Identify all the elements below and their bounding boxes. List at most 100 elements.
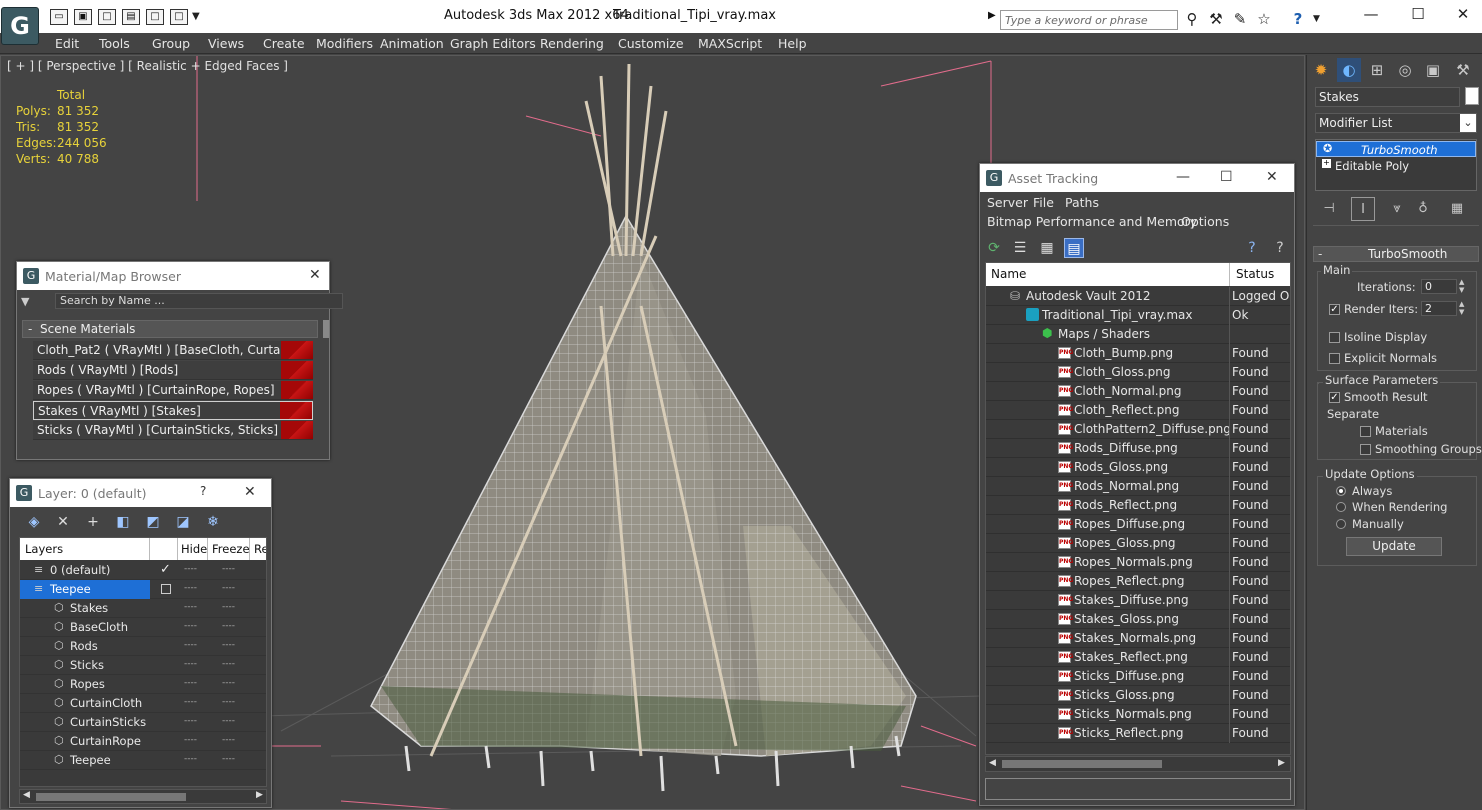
refresh-icon[interactable]: ⟳ [984,238,1004,258]
material-item-sticks[interactable]: Sticks ( VRayMtl ) [CurtainSticks, Stick… [33,421,313,440]
material-item-stakes[interactable]: Stakes ( VRayMtl ) [Stakes] [33,401,313,420]
column-render[interactable]: Re [250,538,266,560]
hide-toggle[interactable]: ---- [184,735,197,745]
app-logo-icon[interactable]: G [1,7,39,45]
menu-modifiers[interactable]: Modifiers [316,36,373,51]
scroll-right-icon[interactable]: ▶ [256,790,263,800]
radio-always[interactable] [1336,486,1346,496]
display-tab-icon[interactable]: ▣ [1421,58,1445,82]
turbosmooth-rollout-header[interactable]: - TurboSmooth [1313,246,1479,262]
wrench-icon[interactable]: ⚒ [1206,9,1226,29]
asset-row[interactable]: PNG Ropes_Gloss.png Found [986,534,1290,553]
menu-rendering[interactable]: Rendering [540,36,604,51]
hide-toggle[interactable]: ---- [184,659,197,669]
layer-row[interactable]: -≡Teepee-------- [20,580,266,599]
menu-views[interactable]: Views [208,36,244,51]
asset-row[interactable]: PNG Ropes_Normals.png Found [986,553,1290,572]
help-dropdown-icon[interactable]: ▼ [1313,14,1320,24]
layer-row[interactable]: ⬡ Teepee ---- ---- [20,751,266,770]
column-freeze[interactable]: Freeze [208,538,250,560]
menu-server[interactable]: Server [987,195,1028,210]
update-button[interactable]: Update [1346,537,1442,556]
object-color-swatch[interactable] [1465,87,1479,105]
asset-row[interactable]: PNG Sticks_Gloss.png Found [986,686,1290,705]
show-end-result-icon[interactable]: Ⅰ [1351,197,1375,221]
layer-row[interactable]: ⬡ CurtainCloth ---- ---- [20,694,266,713]
material-browser-titlebar[interactable]: G Material/Map Browser ✕ [17,262,329,290]
material-item-ropes[interactable]: Ropes ( VRayMtl ) [CurtainRope, Ropes] [33,381,313,400]
column-layers[interactable]: Layers [20,538,150,560]
layer-manager-titlebar[interactable]: G Layer: 0 (default) ? ✕ [10,479,271,507]
hide-toggle[interactable]: ---- [184,621,197,631]
pin-stack-icon[interactable]: ⊣ [1317,197,1341,221]
freeze-toggle[interactable]: ---- [222,735,235,745]
freeze-all-icon[interactable]: ❄ [203,512,223,532]
asset-row[interactable]: PNG Ropes_Reflect.png Found [986,572,1290,591]
save-icon[interactable]: ▣ [74,9,92,25]
materials-checkbox[interactable] [1360,426,1371,437]
asset-row[interactable]: PNG Stakes_Diffuse.png Found [986,591,1290,610]
asset-row[interactable]: PNG Rods_Diffuse.png Found [986,439,1290,458]
isoline-display-checkbox[interactable] [1329,332,1340,343]
layer-row[interactable]: ≡ 0 (default) ✓ ---- ---- [20,561,266,580]
freeze-toggle[interactable]: ---- [222,754,235,764]
layer-row[interactable]: ⬡ BaseCloth ---- ---- [20,618,266,637]
asset-row[interactable]: PNG Cloth_Bump.png Found [986,344,1290,363]
asset-row[interactable]: PNG Stakes_Gloss.png Found [986,610,1290,629]
layer-row[interactable]: ⬡ Ropes ---- ---- [20,675,266,694]
minimize-icon[interactable]: — [1176,169,1190,185]
freeze-toggle[interactable]: ---- [222,564,235,574]
asset-row[interactable]: PNG Ropes_Diffuse.png Found [986,515,1290,534]
freeze-toggle[interactable]: ---- [222,697,235,707]
spinner-arrows-icon[interactable]: ▲ ▼ [1459,278,1464,294]
asset-row[interactable]: PNG Rods_Gloss.png Found [986,458,1290,477]
scroll-right-icon[interactable]: ▶ [1278,758,1285,768]
search-input[interactable]: Search by Name ... [55,293,343,309]
search-input[interactable]: Type a keyword or phrase [1000,10,1178,30]
freeze-toggle[interactable]: ---- [222,640,235,650]
scrollbar-thumb[interactable] [1002,760,1162,768]
layer-row[interactable]: ⬡ Sticks ---- ---- [20,656,266,675]
asset-row[interactable]: PNG Rods_Reflect.png Found [986,496,1290,515]
highlight-selected-icon[interactable]: ◩ [143,512,163,532]
menu-paths[interactable]: Paths [1065,195,1099,210]
smoothing-groups-checkbox[interactable] [1360,444,1371,455]
freeze-toggle[interactable]: ---- [222,583,235,593]
delete-layer-icon[interactable]: ✕ [53,512,73,532]
layer-row[interactable]: ⬡ Rods ---- ---- [20,637,266,656]
column-status[interactable]: Status [1230,263,1290,286]
browser-options-icon[interactable]: ▼ [21,295,29,308]
asset-row[interactable]: Traditional_Tipi_vray.max Ok [986,306,1290,325]
spinner-arrows-icon[interactable]: ▲ ▼ [1459,300,1464,316]
search-expand-icon[interactable]: ▶ [988,10,996,21]
help-icon[interactable]: ? [1288,9,1308,29]
modifier-list-dropdown[interactable]: Modifier List ⌄ [1315,113,1477,133]
menu-graph-editors[interactable]: Graph Editors [450,36,536,51]
freeze-toggle[interactable]: ---- [222,602,235,612]
quick-access-dropdown-icon[interactable]: ▼ [192,11,200,22]
expand-icon[interactable]: + [1322,159,1331,168]
menu-tools[interactable]: Tools [99,36,130,51]
stack-item-turbosmooth[interactable]: ✪ TurboSmooth [1316,141,1476,157]
configure-sets-icon[interactable]: ▦ [1445,197,1469,221]
create-tab-icon[interactable]: ✹ [1309,58,1333,82]
render-iters-checkbox[interactable]: ✓ [1329,304,1340,315]
asset-row[interactable]: PNG Stakes_Reflect.png Found [986,648,1290,667]
asset-row[interactable]: PNG Cloth_Reflect.png Found [986,401,1290,420]
layer-row[interactable]: ⬡ CurtainSticks ---- ---- [20,713,266,732]
layer-row[interactable]: ⬡ Stakes ---- ---- [20,599,266,618]
asset-row[interactable]: PNG Rods_Normal.png Found [986,477,1290,496]
context-help-icon[interactable]: ? [1270,238,1290,258]
menu-help[interactable]: Help [778,36,807,51]
close-icon[interactable]: ✕ [1448,5,1478,27]
hide-toggle[interactable]: ---- [184,602,197,612]
menu-create[interactable]: Create [263,36,305,51]
scene-materials-header[interactable]: - Scene Materials [22,320,318,338]
close-icon[interactable]: ✕ [244,484,256,500]
hide-toggle[interactable]: ---- [184,716,197,726]
motion-tab-icon[interactable]: ◎ [1393,58,1417,82]
table-view-icon[interactable]: ▤ [1064,238,1084,258]
thumbnail-view-icon[interactable]: ▦ [1037,238,1057,258]
hide-toggle[interactable]: ---- [184,583,197,593]
hierarchy-tab-icon[interactable]: ⊞ [1365,58,1389,82]
